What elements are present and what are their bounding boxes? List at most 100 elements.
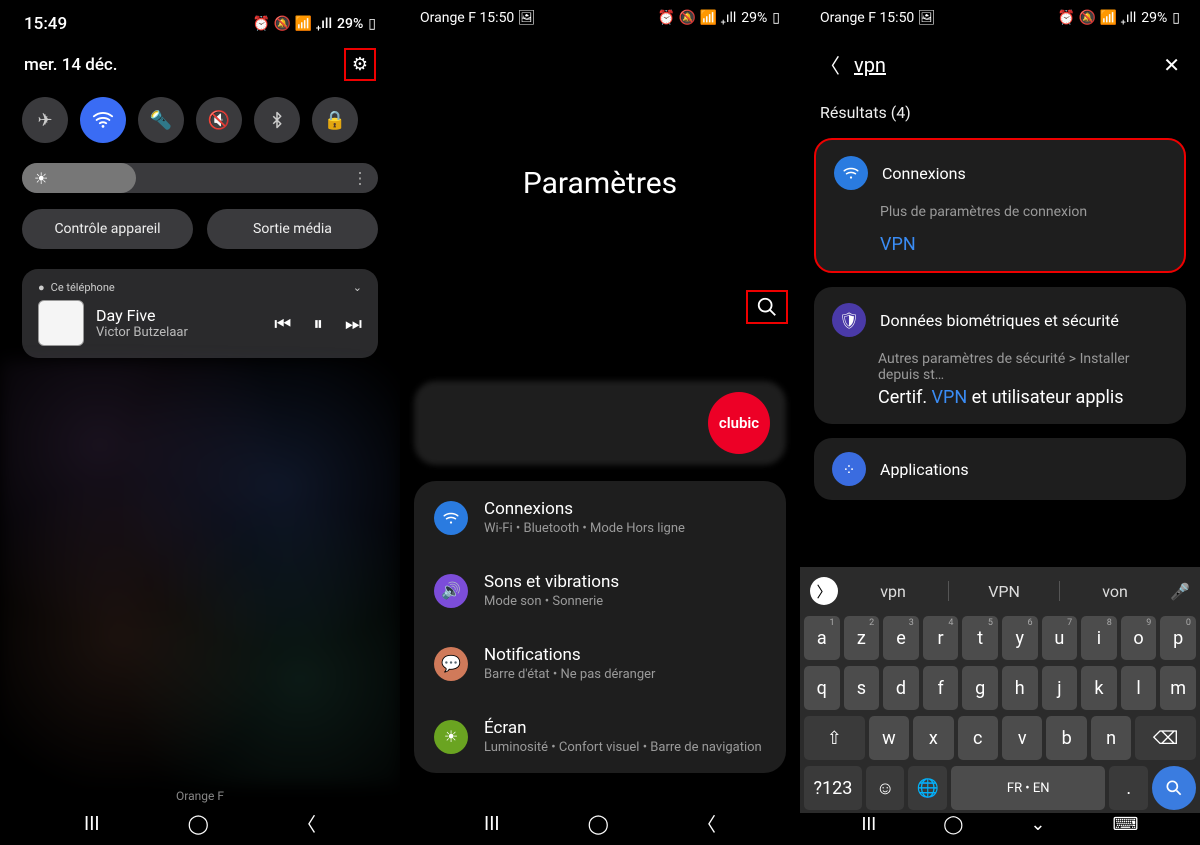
track-artist: Victor Butzelaar	[96, 325, 262, 340]
key-c[interactable]: c	[958, 716, 998, 760]
media-output-button[interactable]: Sortie média	[207, 209, 378, 249]
key-b[interactable]: b	[1046, 716, 1086, 760]
keyboard: 〉 vpn VPN von 🎤 a1z2e3r4t5y6u7i8o9p0 qsd…	[800, 567, 1200, 813]
home-button[interactable]: ◯	[588, 812, 609, 835]
hide-keyboard-button[interactable]: ⌄	[1030, 814, 1045, 835]
clear-icon[interactable]: ✕	[1163, 53, 1180, 77]
key-m[interactable]: m	[1160, 666, 1196, 710]
home-button[interactable]: ◯	[188, 812, 209, 835]
nav-bar: III ◯ ⌄ ⌨	[800, 808, 1200, 841]
flashlight-toggle[interactable]: 🔦	[138, 97, 184, 143]
suggestion-1[interactable]: vpn	[850, 582, 936, 601]
suggestion-2[interactable]: VPN	[961, 582, 1047, 601]
key-l[interactable]: l	[1121, 666, 1157, 710]
mute-toggle[interactable]: 🔇	[196, 97, 242, 143]
key-q[interactable]: q	[804, 666, 840, 710]
key-t[interactable]: t5	[962, 616, 998, 660]
notification-icon: 💬	[434, 647, 468, 681]
wifi-toggle[interactable]	[80, 97, 126, 143]
next-button[interactable]: ⏭	[345, 312, 362, 335]
suggestion-3[interactable]: von	[1072, 582, 1158, 601]
recents-button[interactable]: III	[484, 812, 500, 835]
brightness-slider[interactable]: ☀ ⋮	[22, 163, 378, 193]
key-v[interactable]: v	[1002, 716, 1042, 760]
expand-suggestions[interactable]: 〉	[810, 577, 838, 605]
status-bar: Orange F 15:50 🖼 ⏰ 🔕 📶 ₊ıll 29% ▯	[400, 0, 800, 36]
bluetooth-toggle[interactable]	[254, 97, 300, 143]
key-f[interactable]: f	[923, 666, 959, 710]
recents-button[interactable]: III	[862, 814, 877, 835]
back-button[interactable]: 〈	[697, 810, 716, 837]
item-subtitle: Barre d'état • Ne pas déranger	[484, 667, 766, 682]
key-search[interactable]	[1152, 766, 1196, 810]
pause-button[interactable]: ⏸	[313, 312, 323, 335]
media-player[interactable]: ● Ce téléphone ⌄ Day Five Victor Butzela…	[22, 269, 378, 358]
back-arrow[interactable]: 〈	[820, 50, 840, 79]
key-k[interactable]: k	[1081, 666, 1117, 710]
key-space[interactable]: FR • EN	[951, 766, 1105, 810]
key-r[interactable]: r4	[923, 616, 959, 660]
track-title: Day Five	[96, 306, 262, 325]
key-p[interactable]: p0	[1160, 616, 1196, 660]
key-u[interactable]: u7	[1042, 616, 1078, 660]
key-z[interactable]: z2	[844, 616, 880, 660]
key-h[interactable]: h	[1002, 666, 1038, 710]
key-j[interactable]: j	[1042, 666, 1078, 710]
brightness-menu[interactable]: ⋮	[352, 169, 368, 188]
key-g[interactable]: g	[962, 666, 998, 710]
key-emoji[interactable]: ☺	[866, 766, 905, 810]
item-connexions[interactable]: Connexions Wi-Fi • Bluetooth • Mode Hors…	[414, 481, 786, 554]
shield-icon: 🛡	[832, 303, 866, 337]
search-input[interactable]: vpn	[854, 53, 1149, 77]
item-ecran[interactable]: ☀ Écran Luminosité • Confort visuel • Ba…	[414, 700, 786, 773]
recents-button[interactable]: III	[84, 812, 100, 835]
key-x[interactable]: x	[913, 716, 953, 760]
date: mer. 14 déc.	[24, 55, 118, 75]
expand-icon[interactable]: ⌄	[353, 281, 362, 294]
account-card-wrap: clubic	[400, 381, 800, 465]
status-bar: 15:49 ⏰ 🔕 📶 ₊ıll 29% ▯	[0, 0, 400, 40]
key-w[interactable]: w	[869, 716, 909, 760]
sun-icon: ☀	[34, 169, 48, 188]
item-notifications[interactable]: 💬 Notifications Barre d'état • Ne pas dé…	[414, 627, 786, 700]
media-device: Ce téléphone	[51, 281, 115, 294]
key-shift[interactable]: ⇧	[804, 716, 865, 760]
key-period[interactable]: .	[1109, 766, 1148, 810]
key-s[interactable]: s	[844, 666, 880, 710]
nav-bar: III ◯ 〈	[400, 810, 800, 837]
result-match: Certif. VPN et utilisateur applis	[878, 387, 1168, 408]
item-sons[interactable]: 🔊 Sons et vibrations Mode son • Sonnerie	[414, 554, 786, 627]
key-e[interactable]: e3	[883, 616, 919, 660]
rotation-toggle[interactable]: 🔒	[312, 97, 358, 143]
clubic-logo: clubic	[708, 392, 770, 454]
key-a[interactable]: a1	[804, 616, 840, 660]
settings-list: Connexions Wi-Fi • Bluetooth • Mode Hors…	[414, 481, 786, 773]
back-button[interactable]: 〈	[297, 810, 316, 837]
sound-icon: 🔊	[434, 574, 468, 608]
result-applications[interactable]: ⁘ Applications	[814, 438, 1186, 500]
quick-toggles: ✈ 🔦 🔇 🔒	[0, 91, 400, 149]
carrier-label: Orange F	[0, 789, 400, 803]
key-lang[interactable]: 🌐	[908, 766, 947, 810]
key-i[interactable]: i8	[1081, 616, 1117, 660]
screen-search: Orange F 15:50 🖼 ⏰ 🔕 📶 ₊ıll 29% ▯ 〈 vpn …	[800, 0, 1200, 845]
nav-bar: III ◯ 〈	[0, 810, 400, 837]
home-button[interactable]: ◯	[943, 814, 963, 835]
key-y[interactable]: y6	[1002, 616, 1038, 660]
key-backspace[interactable]: ⌫	[1135, 716, 1196, 760]
keyboard-icon[interactable]: ⌨	[1112, 814, 1138, 835]
key-n[interactable]: n	[1091, 716, 1131, 760]
key-o[interactable]: o9	[1121, 616, 1157, 660]
airplane-toggle[interactable]: ✈	[22, 97, 68, 143]
device-control-button[interactable]: Contrôle appareil	[22, 209, 193, 249]
result-connexions[interactable]: Connexions Plus de paramètres de connexi…	[814, 138, 1186, 273]
screen-settings: Orange F 15:50 🖼 ⏰ 🔕 📶 ₊ıll 29% ▯ Paramè…	[400, 0, 800, 845]
prev-button[interactable]: ⏮	[274, 312, 291, 335]
key-d[interactable]: d	[883, 666, 919, 710]
settings-gear-highlight[interactable]: ⚙	[344, 48, 376, 81]
result-biometrics[interactable]: 🛡 Données biométriques et sécurité Autre…	[814, 287, 1186, 424]
item-title: Écran	[484, 718, 766, 738]
mic-icon[interactable]: 🎤	[1170, 582, 1190, 601]
key-symbols[interactable]: ?123	[804, 766, 862, 810]
search-button-highlight[interactable]	[746, 290, 788, 324]
